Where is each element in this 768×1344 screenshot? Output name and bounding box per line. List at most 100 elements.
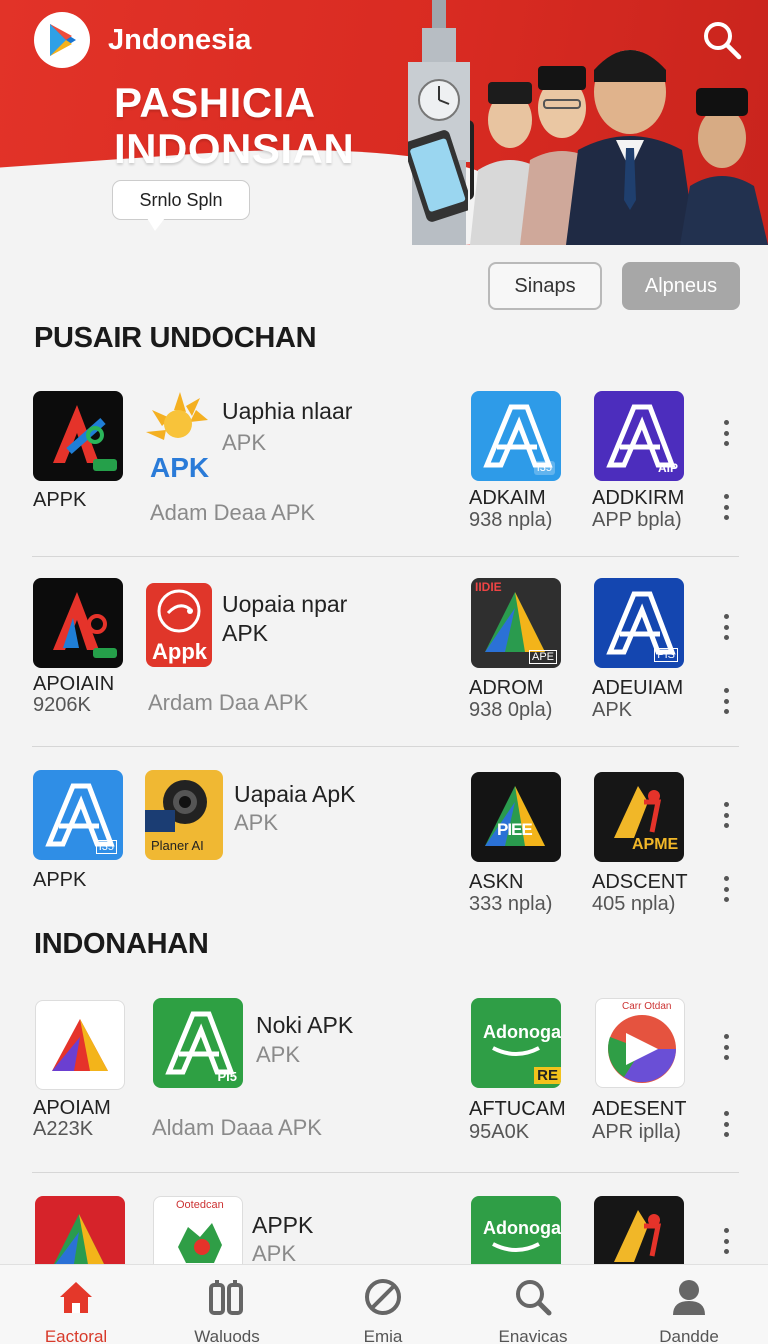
app-icon[interactable]: Planer AI	[145, 770, 223, 860]
app-sub: 95A0K	[469, 1121, 530, 1143]
nav-item-search[interactable]: Enavicas	[458, 1265, 608, 1344]
more-options-icon[interactable]	[721, 1034, 731, 1060]
app-label: ADKAIM	[469, 487, 546, 509]
search-icon	[516, 1280, 552, 1316]
app-sub: 405 npla)	[592, 893, 676, 915]
icon-badge: I35	[533, 461, 555, 475]
app-name[interactable]: Uapaia ApK	[234, 781, 355, 808]
app-icon[interactable]: I35	[471, 391, 561, 481]
app-name[interactable]: Uopaia npar	[222, 591, 347, 618]
app-sub: APK	[592, 699, 633, 721]
more-options-icon[interactable]	[721, 1111, 731, 1137]
nav-item-emia[interactable]: Emia	[308, 1265, 458, 1344]
app-sub: A223K	[33, 1118, 94, 1140]
app-icon[interactable]	[33, 578, 123, 668]
app-icon-text: Planer AI	[151, 838, 204, 853]
chip-alpneus[interactable]: Alpneus	[622, 262, 740, 310]
chip-sinaps[interactable]: Sinaps	[488, 262, 602, 310]
app-sub: 938 npla)	[469, 509, 553, 531]
icon-badge: APE	[528, 650, 557, 664]
app-icon[interactable]: APME	[594, 772, 684, 862]
more-options-icon[interactable]	[721, 688, 731, 714]
headline-line-2: INDONSIAN	[114, 125, 355, 172]
banner-headline: PASHICIA INDONSIAN	[114, 80, 354, 172]
app-icon[interactable]: Appk	[146, 583, 212, 667]
hero-banner[interactable]: Jndonesia PASHICIA INDONSIAN Srnlo Spln	[0, 0, 768, 245]
app-sub: APR iplla)	[592, 1121, 681, 1143]
app-brand-title: Jndonesia	[108, 24, 252, 56]
app-label: ADSCENT	[592, 871, 688, 893]
icon-badge: PIS	[654, 648, 678, 662]
row-divider	[32, 556, 739, 557]
app-label: ADROM	[469, 677, 544, 699]
play-logo-icon[interactable]	[34, 12, 90, 68]
more-options-icon[interactable]	[721, 1228, 731, 1254]
app-sub: APP bpla)	[592, 509, 682, 531]
icon-badge: AIP	[657, 461, 678, 475]
more-options-icon[interactable]	[721, 876, 731, 902]
app-label: ADDKIRM	[592, 487, 685, 509]
app-name[interactable]: Uaphia nlaar	[222, 398, 352, 425]
nav-item-profile[interactable]: Dandde	[614, 1265, 764, 1344]
app-label: AFTUCAM	[469, 1098, 566, 1120]
app-screen: Jndonesia PASHICIA INDONSIAN Srnlo Spln	[0, 0, 768, 1344]
nav-label: Eactoral	[44, 1327, 108, 1344]
app-icon[interactable]	[35, 1000, 125, 1090]
row-divider	[32, 1172, 739, 1173]
app-sub: 333 npla)	[469, 893, 553, 915]
section-title: PUSAIR UNDOCHAN	[34, 322, 317, 354]
home-icon	[60, 1282, 92, 1313]
app-icon[interactable]: PI5	[153, 998, 243, 1088]
icon-top-text: Ootedcan	[176, 1199, 224, 1211]
app-label: ADEUIAM	[592, 677, 684, 699]
speech-bubble[interactable]: Srnlo Spln	[112, 180, 250, 231]
app-icon[interactable]: AIP	[594, 391, 684, 481]
app-type: APK	[222, 620, 269, 646]
app-developer: Ardam Daa APK	[148, 690, 309, 715]
app-label: ASKN	[469, 871, 524, 893]
app-label: APOIAM	[33, 1097, 111, 1119]
app-sub: 9206K	[33, 694, 91, 716]
app-icon-text: Appk	[152, 639, 207, 664]
phone-icon	[408, 130, 468, 222]
nav-item-home[interactable]: Eactoral	[1, 1265, 151, 1344]
section-title: INDONAHAN	[34, 928, 209, 960]
icon-badge: PI5	[217, 1069, 237, 1084]
app-label: APOIAIN	[33, 673, 115, 695]
nav-label: Enavicas	[498, 1327, 568, 1344]
block-icon	[365, 1279, 401, 1315]
app-icon[interactable]	[33, 391, 123, 481]
icon-overlay-text: Adonogan	[483, 1218, 561, 1238]
app-name[interactable]: APPK	[252, 1212, 313, 1239]
nav-label: Emia	[363, 1327, 403, 1344]
app-developer: Aldam Daaa APK	[152, 1115, 322, 1140]
bottom-navigation: Eactoral Waluods Emia Enavicas Dandde	[0, 1264, 768, 1344]
app-name[interactable]: Noki APK	[256, 1012, 353, 1039]
headline-line-1: PASHICIA	[114, 79, 316, 126]
icon-top-text: IIDIE	[475, 580, 502, 594]
nav-item-library[interactable]: Waluods	[152, 1265, 302, 1344]
app-icon[interactable]: Carr Otdan	[595, 998, 685, 1088]
app-icon[interactable]: PIS	[594, 578, 684, 668]
profile-icon	[673, 1280, 705, 1315]
app-sub: 938 0pla)	[469, 699, 553, 721]
app-type: APK	[234, 810, 279, 835]
app-label: APPK	[33, 869, 87, 891]
app-type: APK	[256, 1042, 301, 1067]
app-icon[interactable]: PIEE	[471, 772, 561, 862]
library-icon	[209, 1280, 243, 1315]
app-icon[interactable]: I35	[33, 770, 123, 860]
more-options-icon[interactable]	[721, 614, 731, 640]
icon-badge: I35	[95, 840, 117, 854]
apk-icon-text: APK	[150, 452, 210, 482]
icon-overlay-text: APME	[632, 836, 679, 853]
more-options-icon[interactable]	[721, 420, 731, 446]
app-icon[interactable]: IIDIE APE	[471, 578, 561, 668]
app-icon[interactable]: Adonogan RE	[471, 998, 561, 1088]
row-divider	[32, 746, 739, 747]
more-options-icon[interactable]	[721, 494, 731, 520]
nav-label: Waluods	[194, 1327, 260, 1344]
more-options-icon[interactable]	[721, 802, 731, 828]
app-label: APPK	[33, 489, 87, 511]
officials-illustration	[470, 50, 768, 245]
